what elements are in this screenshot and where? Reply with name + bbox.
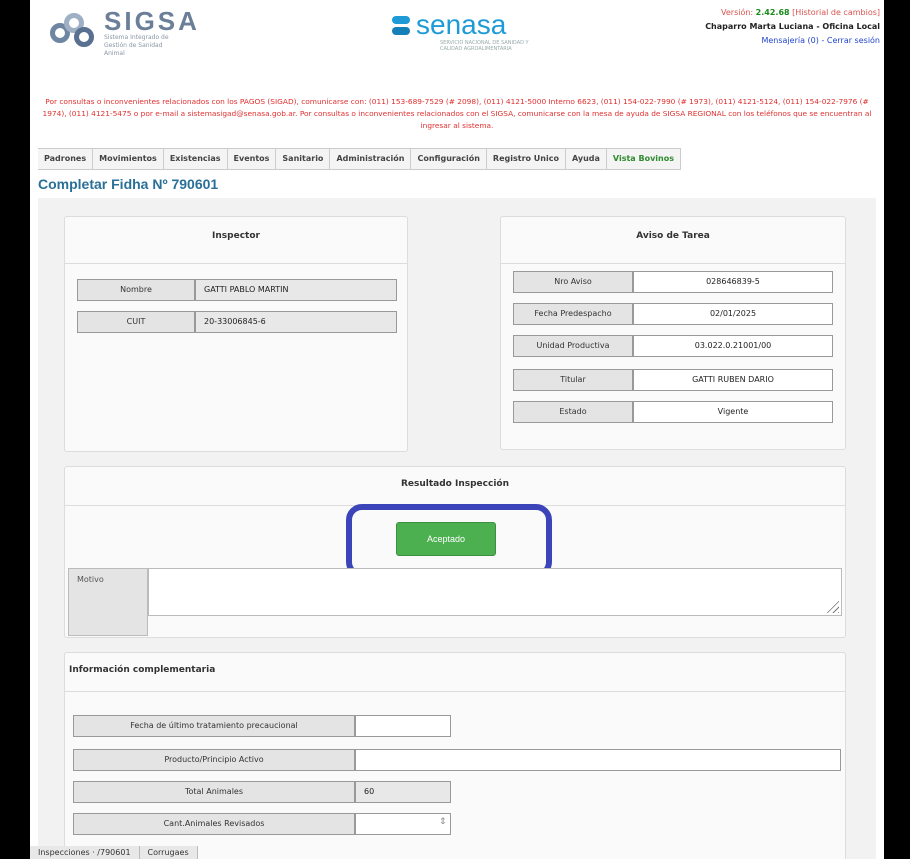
senasa-logo-icon: [392, 16, 410, 36]
logo-subtitle: Sistema Integrado de Gestión de Sanidad …: [104, 34, 169, 57]
total-animales-label: Total Animales: [73, 781, 355, 803]
nav-item-administracion[interactable]: Administración: [330, 149, 412, 169]
motivo-label: Motivo: [68, 568, 148, 636]
fecha-predespacho-field: 02/01/2025: [633, 303, 833, 325]
main-nav: Padrones Movimientos Existencias Eventos…: [38, 148, 681, 170]
nav-item-configuracion[interactable]: Configuración: [411, 149, 487, 169]
fecha-predespacho-label: Fecha Predespacho: [513, 303, 633, 325]
bottom-tabs: Inspecciones · /790601 Corrugaes: [30, 846, 198, 859]
sigsa-logo[interactable]: SIGSA Sistema Integrado de Gestión de Sa…: [50, 8, 200, 58]
nav-item-existencias[interactable]: Existencias: [164, 149, 228, 169]
contact-notice: Por consultas o inconvenientes relaciona…: [42, 97, 872, 130]
resize-grip-icon[interactable]: [825, 599, 839, 613]
version-line: Versión: 2.42.68 [Historial de cambios]: [705, 6, 880, 20]
unidad-productiva-field: 03.022.0.21001/00: [633, 335, 833, 357]
producto-input[interactable]: [355, 749, 841, 771]
info-title: Información complementaria: [69, 665, 216, 675]
nro-aviso-field: 028646839-5: [633, 271, 833, 293]
bottom-tab-inspecciones[interactable]: Inspecciones · /790601: [30, 846, 140, 859]
titular-field: GATTI RUBEN DARIO: [633, 369, 833, 391]
info-panel: Información complementaria Fecha de últi…: [64, 652, 846, 859]
senasa-wordmark: senasa: [416, 9, 507, 40]
nav-item-movimientos[interactable]: Movimientos: [93, 149, 164, 169]
version-history-link[interactable]: [Historial de cambios]: [792, 8, 880, 17]
resultado-title: Resultado Inspección: [400, 479, 510, 489]
fecha-tratamiento-label: Fecha de último tratamiento precaucional: [73, 715, 355, 737]
messages-link[interactable]: Mensajería (0): [761, 36, 818, 45]
version-prefix: Versión:: [721, 8, 754, 17]
aviso-panel: Aviso de Tarea Nro Aviso 028646839-5 Fec…: [500, 216, 846, 450]
user-name: Chaparro Marta Luciana - Oficina Local: [705, 22, 880, 31]
link-separator: -: [821, 36, 825, 45]
aviso-title: Aviso de Tarea: [636, 231, 710, 241]
fecha-tratamiento-input[interactable]: [355, 715, 451, 737]
nav-item-sanitario[interactable]: Sanitario: [276, 149, 331, 169]
producto-label: Producto/Principio Activo: [73, 749, 355, 771]
nav-item-ayuda[interactable]: Ayuda: [566, 149, 607, 169]
nav-item-padrones[interactable]: Padrones: [38, 149, 94, 169]
highlight-annotation: [346, 504, 552, 578]
version-number: 2.42.68: [755, 8, 790, 17]
animales-revisados-input[interactable]: [355, 813, 451, 835]
screenshot-frame: SIGSA Sistema Integrado de Gestión de Sa…: [0, 0, 910, 859]
total-animales-field: 60: [355, 781, 451, 803]
logout-link[interactable]: Cerrar sesión: [827, 36, 880, 45]
nav-item-vista-bovinos[interactable]: Vista Bovinos: [607, 149, 681, 169]
titular-label: Titular: [513, 369, 633, 391]
inspector-panel: Inspector Nombre GATTI PABLO MARTIN CUIT…: [64, 216, 408, 452]
cuit-field: 20-33006845-6: [195, 311, 397, 333]
page-title: Completar Fidha Nº 790601: [38, 176, 219, 192]
bottom-tab-corrugaes[interactable]: Corrugaes: [140, 846, 198, 859]
logo-title: SIGSA: [104, 6, 200, 36]
cuit-label: CUIT: [77, 311, 195, 333]
unidad-productiva-label: Unidad Productiva: [513, 335, 633, 357]
nombre-label: Nombre: [77, 279, 195, 301]
nav-item-registro-unico[interactable]: Registro Unico: [487, 149, 566, 169]
motivo-textarea[interactable]: [148, 568, 842, 616]
nro-aviso-label: Nro Aviso: [513, 271, 633, 293]
estado-label: Estado: [513, 401, 633, 423]
spinner-icon[interactable]: ⇕: [439, 817, 447, 827]
page: SIGSA Sistema Integrado de Gestión de Sa…: [30, 0, 884, 859]
senasa-logo: senasa SERVICIO NACIONAL DE SANIDAD Y CA…: [392, 10, 530, 52]
header: SIGSA Sistema Integrado de Gestión de Sa…: [30, 0, 884, 92]
nav-item-eventos[interactable]: Eventos: [228, 149, 277, 169]
animales-revisados-label: Cant.Animales Revisados: [73, 813, 355, 835]
sigsa-logo-icon: [50, 13, 98, 53]
nombre-field: GATTI PABLO MARTIN: [195, 279, 397, 301]
senasa-subtitle: SERVICIO NACIONAL DE SANIDAD Y CALIDAD A…: [440, 40, 529, 52]
inspector-title: Inspector: [212, 231, 260, 241]
estado-field: Vigente: [633, 401, 833, 423]
session-info: Versión: 2.42.68 [Historial de cambios] …: [705, 6, 880, 48]
